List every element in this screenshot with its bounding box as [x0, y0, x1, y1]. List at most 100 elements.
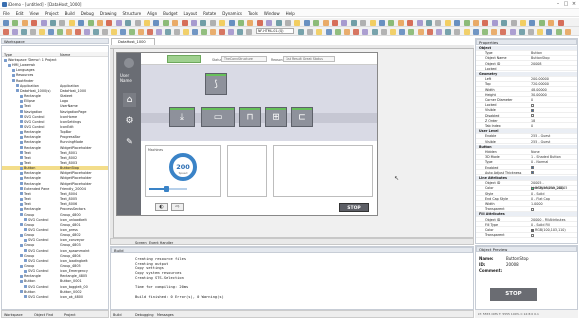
property-value[interactable]: 720.00000 — [531, 82, 549, 87]
toolbar-format-icon[interactable] — [30, 28, 36, 35]
toolbar-tool-icon[interactable] — [106, 19, 113, 26]
toolbar-align-icon[interactable] — [482, 28, 488, 35]
toolbar-tool-icon[interactable] — [482, 19, 489, 26]
toolbar-tool-icon[interactable] — [426, 19, 432, 26]
toolbar-tool-icon[interactable] — [21, 19, 28, 26]
toolbar-tool-icon[interactable] — [31, 19, 38, 26]
toolbar-align-icon[interactable] — [555, 28, 562, 35]
tree-row[interactable]: Application Application — [2, 84, 108, 88]
tree-row[interactable]: Group Group_4804 — [2, 254, 108, 258]
tree-row[interactable]: SVG Control IconHome — [2, 115, 108, 119]
workspace-tree[interactable]: Type Name Workspace 'Demo': 1 Project HMI… — [1, 45, 109, 310]
toolbar-tool-icon[interactable] — [322, 19, 329, 26]
document-tab[interactable]: DataHost_1000 — [111, 38, 155, 45]
toolbar-align-icon[interactable] — [436, 28, 442, 35]
ok-button[interactable]: ⇨ — [171, 203, 184, 211]
toolbar-format-icon[interactable] — [219, 28, 225, 35]
tree-row[interactable]: Text Text_8004 — [2, 192, 108, 196]
toolbar-tool-icon[interactable] — [256, 19, 263, 26]
toolbar-align-icon[interactable] — [344, 28, 350, 35]
tree-row[interactable]: SVG Control icon_unloadbelt — [2, 218, 108, 222]
property-value[interactable]: 1 - Shaded Button — [531, 155, 561, 160]
conveyor-process[interactable]: ▭ — [201, 107, 235, 127]
gear-icon[interactable]: ⚙ — [123, 115, 136, 128]
loadingbelt-process[interactable]: ⊞ — [265, 107, 287, 127]
unloadbelt-process[interactable]: ⟆ — [205, 73, 227, 95]
toolbar-format-icon[interactable] — [66, 28, 72, 35]
tree-row[interactable]: Rootfinder — [2, 79, 108, 83]
tree-row[interactable]: Rectangle ProgressBar — [2, 135, 108, 139]
close-icon[interactable]: × — [571, 2, 577, 7]
toolbar-tool-icon[interactable] — [275, 19, 282, 26]
toolbar-tool-icon[interactable] — [172, 19, 179, 26]
property-value[interactable]: RGB(100,103,110) — [531, 228, 566, 233]
tab-project[interactable]: Project — [64, 313, 76, 317]
property-value[interactable]: RGB(48,255,140) — [531, 186, 564, 191]
property-value[interactable]: 0 - Solid Fill — [531, 223, 550, 228]
toolbar-tool-icon[interactable] — [78, 19, 85, 26]
toolbar-tool-icon[interactable] — [200, 19, 207, 26]
toolbar-tool-icon[interactable] — [153, 19, 160, 26]
tab-messages[interactable]: Messages — [157, 313, 174, 317]
tab-debugging[interactable]: Debugging — [135, 313, 154, 317]
tree-row[interactable]: Text UserName — [2, 104, 108, 108]
tree-row[interactable]: Text Text_8002 — [2, 156, 108, 160]
property-value[interactable]: 0 — [531, 98, 533, 103]
toolbar-align-icon[interactable] — [491, 28, 498, 35]
tree-row[interactable]: Rectangle WidgetPlaceholder — [2, 146, 108, 150]
toolbar-format-icon[interactable] — [192, 28, 198, 35]
slider-handle[interactable] — [164, 186, 170, 192]
edit-icon[interactable]: ✎ — [123, 135, 136, 148]
tree-row[interactable]: Rectangle WidgetPlaceholder — [2, 176, 108, 180]
toolbar-tool-icon[interactable] — [191, 19, 197, 26]
property-value[interactable]: 20008 — [531, 62, 542, 67]
tree-row[interactable]: SVG Control icon_toggleit_00 — [2, 285, 108, 289]
toolbar-align-icon[interactable] — [380, 28, 387, 35]
tree-row[interactable]: Group Group_4803 — [2, 243, 108, 247]
toolbar-tool-icon[interactable] — [228, 19, 235, 26]
property-checkbox[interactable] — [531, 171, 534, 175]
toolbar-format-icon[interactable] — [39, 28, 45, 35]
toolbar-format-icon[interactable] — [57, 28, 63, 35]
property-checkbox[interactable] — [531, 114, 534, 118]
toolbar-align-icon[interactable] — [528, 28, 534, 35]
menu-item[interactable]: View — [29, 11, 39, 16]
toolbar-tool-icon[interactable] — [87, 19, 94, 26]
property-value[interactable]: 18 — [531, 119, 535, 124]
tree-row[interactable]: Rectangle Rectangle_4805 — [2, 274, 108, 278]
tab-workspace[interactable]: Workspace — [4, 313, 23, 317]
tree-row[interactable]: Workspace 'Demo': 1 Project — [2, 58, 108, 62]
toolbar-tool-icon[interactable] — [12, 19, 19, 26]
minimize-button[interactable]: – — [555, 2, 561, 7]
toolbar-format-icon[interactable] — [237, 28, 243, 35]
toolbar-align-icon[interactable] — [353, 28, 360, 35]
toolbar-format-icon[interactable] — [156, 28, 162, 35]
toolbar-tool-icon[interactable] — [501, 19, 508, 26]
property-row[interactable]: Corner Diameter 0 — [476, 98, 577, 103]
toolbar-tool-icon[interactable] — [416, 19, 423, 26]
tree-row[interactable]: SVG Control icon_press — [2, 228, 108, 232]
toolbar-format-icon[interactable] — [12, 28, 18, 35]
toolbar-format-icon[interactable] — [174, 28, 180, 35]
tree-row[interactable]: SVG Control icon_spawnmaint — [2, 249, 108, 253]
toolbar-tool-icon[interactable] — [162, 19, 169, 26]
property-value[interactable]: 0 - Solid — [531, 192, 544, 197]
toolbar-tool-icon[interactable] — [463, 19, 470, 26]
toolbar-tool-icon[interactable] — [3, 19, 9, 26]
toolbar-format-icon[interactable] — [3, 28, 9, 35]
property-row[interactable]: Object ID 20000 - FillAttributes — [476, 218, 577, 223]
toolbar-align-icon[interactable] — [472, 28, 479, 35]
toolbar-align-icon[interactable] — [454, 28, 461, 35]
menu-item[interactable]: Drawing — [100, 11, 117, 16]
menu-item[interactable]: Tools — [248, 11, 258, 16]
property-row[interactable]: 3D Mode 1 - Shaded Button — [476, 155, 577, 160]
tab-build[interactable]: Build — [113, 313, 122, 317]
toolbar-format-icon[interactable] — [183, 28, 189, 35]
property-row[interactable]: Auto Adjust Thickness — [476, 171, 577, 176]
tab-event-handler[interactable]: Event Handler — [149, 241, 173, 245]
property-value[interactable] — [531, 233, 534, 238]
property-value[interactable] — [531, 166, 534, 171]
tree-row[interactable]: Rectangle Stateet — [2, 94, 108, 98]
tree-row[interactable]: Rectangle ProcessSectors — [2, 207, 108, 211]
tree-row[interactable]: Rectangle WidgetPlaceholder — [2, 171, 108, 175]
